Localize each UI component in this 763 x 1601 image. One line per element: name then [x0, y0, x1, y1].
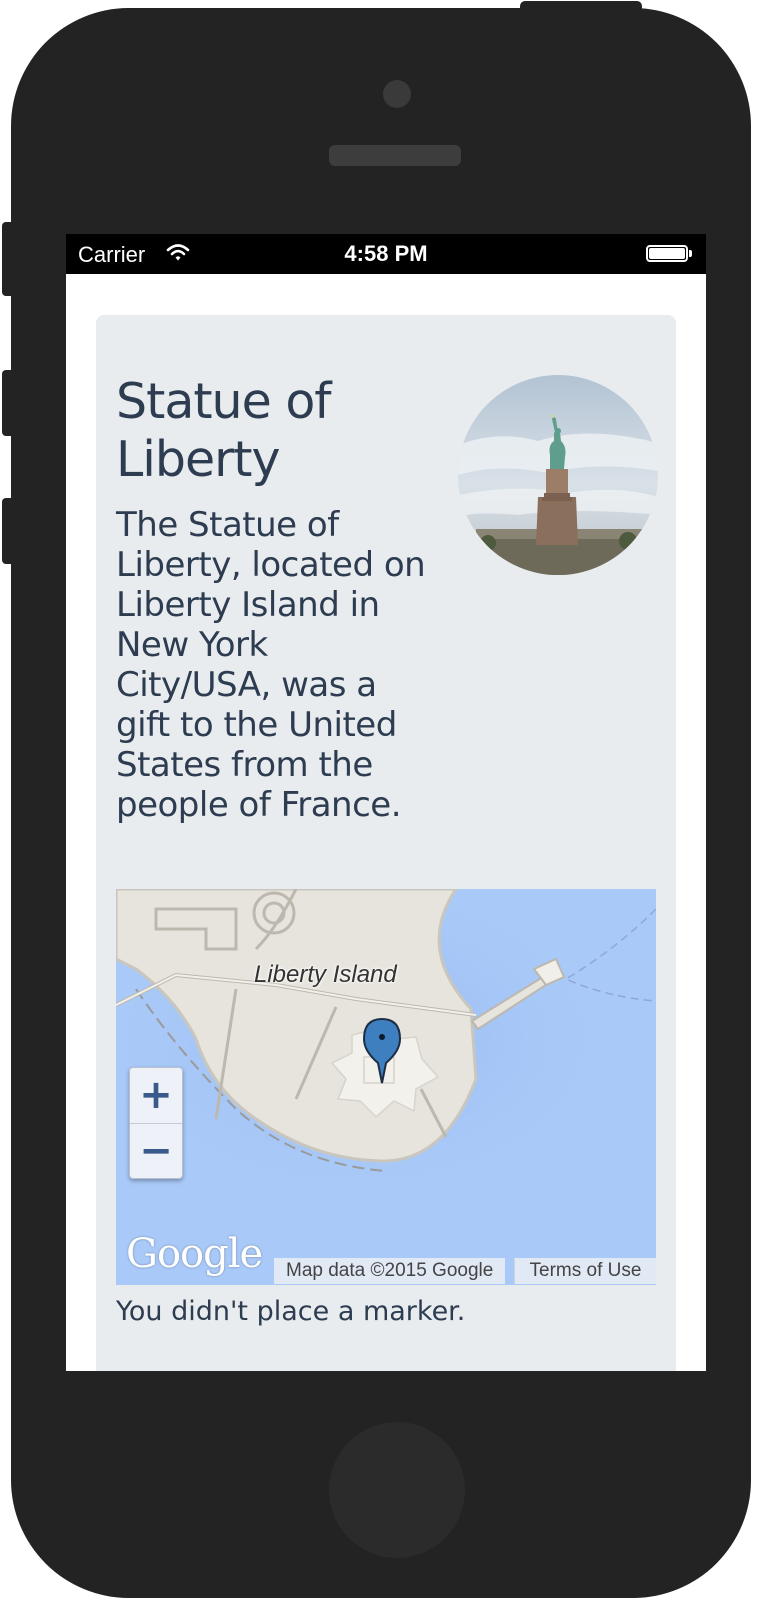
zoom-in-button[interactable]: + [130, 1068, 182, 1124]
battery-icon [646, 245, 688, 262]
front-camera [383, 80, 411, 108]
earpiece-speaker [329, 145, 461, 166]
statue-of-liberty-photo [458, 375, 658, 575]
zoom-out-button[interactable]: − [130, 1124, 182, 1179]
home-button[interactable] [329, 1422, 465, 1558]
map-attribution: Map data ©2015 Google [274, 1258, 506, 1284]
map-view[interactable]: Liberty Island + − Google Map data ©2015… [116, 889, 656, 1285]
place-description: The Statue of Liberty, located on Libert… [116, 505, 426, 825]
app-screen: Carrier 4:58 PM Statue of Liberty The St… [66, 234, 706, 1371]
terms-of-use-link[interactable]: Terms of Use [514, 1258, 656, 1284]
clock: 4:58 PM [344, 241, 428, 266]
google-logo[interactable]: Google [126, 1231, 263, 1277]
map-place-label: Liberty Island [254, 961, 397, 988]
place-title: Statue of Liberty [116, 373, 332, 488]
status-bar: Carrier 4:58 PM [66, 234, 706, 274]
battery-tip [689, 250, 692, 257]
place-card: Statue of Liberty The Statue of Liberty,… [96, 315, 676, 1371]
marker-status-message: You didn't place a marker. [116, 1296, 466, 1327]
map-pin-icon[interactable] [362, 1017, 402, 1087]
zoom-control: + − [129, 1067, 183, 1179]
